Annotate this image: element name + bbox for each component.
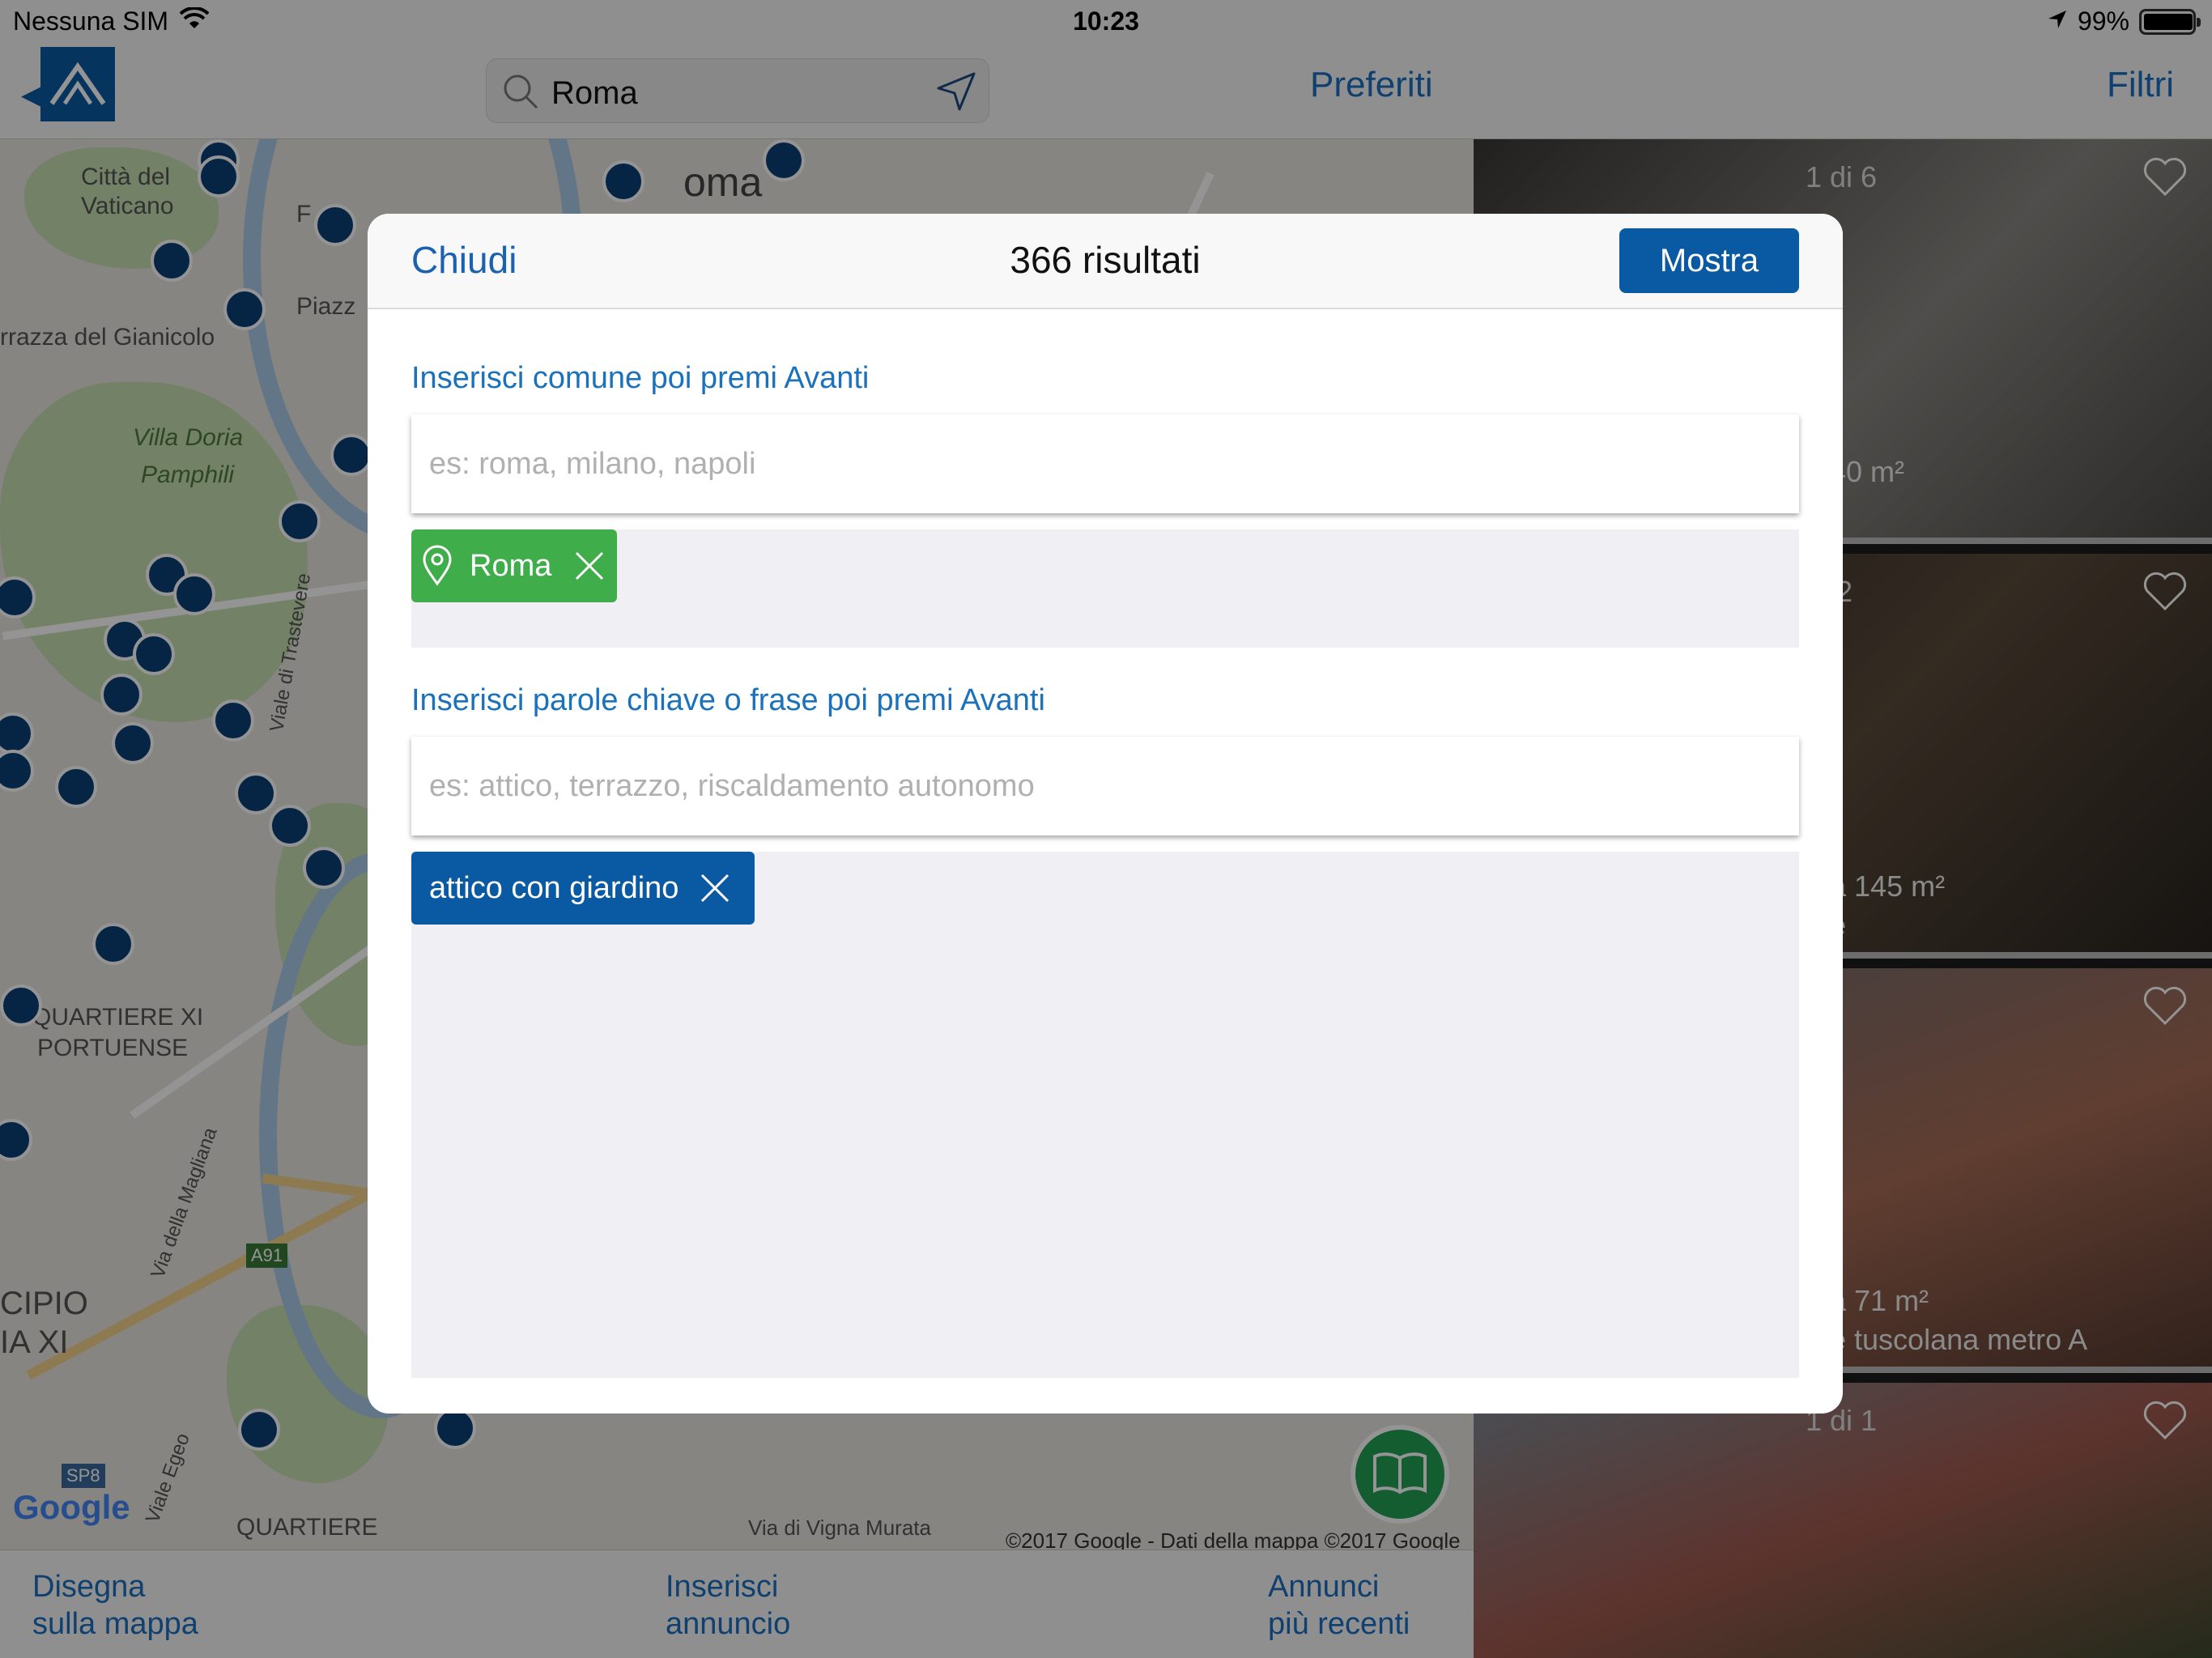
keyword-input[interactable]: [411, 737, 1799, 835]
keyword-tag[interactable]: attico con giardino: [411, 852, 755, 925]
search-modal: Chiudi 366 risultati Mostra Inserisci co…: [368, 214, 1843, 1414]
keyword-tag-label: attico con giardino: [429, 870, 679, 905]
city-field[interactable]: [411, 414, 1799, 513]
city-tag-label: Roma: [470, 548, 552, 583]
keyword-section-label: Inserisci parole chiave o frase poi prem…: [411, 683, 1045, 717]
keyword-field[interactable]: [411, 737, 1799, 835]
city-section-label: Inserisci comune poi premi Avanti: [411, 361, 870, 395]
remove-tag-icon[interactable]: [700, 873, 730, 903]
keyword-tag-area: attico con giardino: [411, 852, 1799, 1378]
remove-tag-icon[interactable]: [574, 551, 605, 581]
location-pin-icon: [421, 545, 453, 587]
city-input[interactable]: [411, 414, 1799, 513]
city-tag[interactable]: Roma: [411, 529, 617, 602]
city-tag-area: Roma: [411, 529, 1799, 648]
modal-header: Chiudi 366 risultati Mostra: [368, 214, 1843, 309]
show-button[interactable]: Mostra: [1619, 228, 1799, 293]
